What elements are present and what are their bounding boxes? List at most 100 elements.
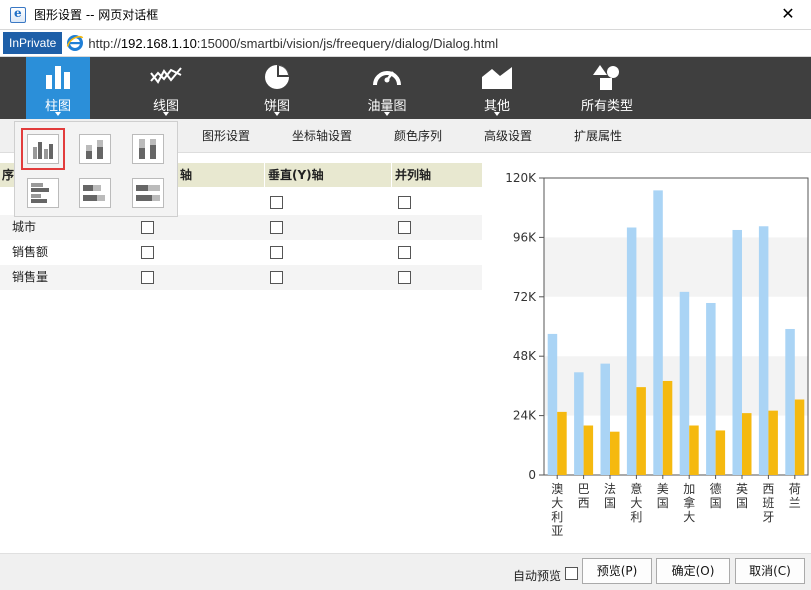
ok-button[interactable]: 确定(O) (656, 558, 730, 584)
tab-color-series[interactable]: 颜色序列 (394, 119, 442, 153)
row-label: 销售量 (12, 270, 49, 284)
bar (610, 431, 620, 475)
y-tick-label: 96K (513, 230, 537, 244)
area-chart-icon (482, 67, 512, 89)
y-axis-checkbox[interactable] (270, 271, 283, 284)
bar (785, 328, 795, 475)
address-bar: InPrivate http://192.168.1.10:15000/smar… (0, 29, 811, 57)
bar (557, 411, 567, 475)
y-tick-label: 0 (528, 468, 536, 482)
bar (715, 430, 726, 475)
type-gauge[interactable]: 油量图 (355, 57, 419, 119)
bar (583, 425, 594, 475)
header-series: 序 (2, 168, 15, 182)
parallel-axis-checkbox[interactable] (398, 271, 411, 284)
chart-preview: 0 24K 48K 72K 96K 120K 澳大利亚 巴西 法国 意大利 美国 加拿大 德国 英国 西班牙… (494, 163, 811, 553)
subtype-percent-bar[interactable] (132, 178, 164, 208)
line-chart-icon (150, 67, 182, 84)
bar (689, 425, 699, 475)
type-all[interactable]: 所有类型 (575, 57, 639, 119)
axis-checkbox[interactable] (141, 271, 154, 284)
gauge-icon (373, 71, 401, 86)
percent-bar-icon (136, 185, 160, 201)
x-tick-label: 巴西 (578, 482, 590, 510)
cancel-button[interactable]: 取消(C) (735, 558, 805, 584)
subtype-stacked-column[interactable] (79, 134, 111, 164)
table-row: 销售量 (0, 265, 482, 290)
dropdown-arrow-icon (274, 112, 280, 116)
type-label: 所有类型 (580, 99, 633, 114)
table-row: 城市 (0, 215, 482, 240)
type-line[interactable]: 线图 (134, 57, 198, 119)
stacked-column-icon (86, 140, 103, 159)
subtype-clustered-column[interactable] (21, 128, 65, 170)
subtype-stacked-bar[interactable] (79, 178, 111, 208)
window-titlebar: 图形设置 -- 网页对话框 ✕ (0, 0, 811, 29)
row-label: 城市 (12, 220, 37, 234)
subtype-clustered-bar[interactable] (27, 178, 59, 208)
bar (706, 302, 716, 475)
ie-page-icon (10, 6, 26, 23)
auto-preview-checkbox[interactable] (565, 567, 578, 580)
dropdown-arrow-icon (55, 112, 61, 116)
grid-band (544, 237, 808, 297)
y-axis-checkbox[interactable] (270, 246, 283, 259)
axis-checkbox[interactable] (141, 246, 154, 259)
bar (732, 229, 742, 475)
parallel-axis-checkbox[interactable] (398, 221, 411, 234)
subtype-percent-column[interactable] (132, 134, 164, 164)
inprivate-badge: InPrivate (3, 32, 63, 54)
header-parallel-axis: 并列轴 (395, 168, 432, 182)
dropdown-arrow-icon (494, 112, 500, 116)
auto-preview-label: 自动预览 (513, 569, 562, 583)
bar (547, 333, 558, 475)
ie-icon (66, 34, 84, 52)
bar (758, 226, 769, 475)
bar-chart-icon (46, 66, 70, 89)
stacked-bar-icon (83, 185, 105, 201)
y-tick-label: 48K (513, 349, 537, 363)
x-tick-label: 荷兰 (789, 482, 801, 510)
type-other[interactable]: 其他 (465, 57, 529, 119)
dialog-footer: 自动预览 预览(P) 确定(O) 取消(C) (0, 553, 811, 590)
bar (600, 363, 610, 475)
y-tick-label: 72K (513, 290, 537, 304)
x-tick-label: 西班牙 (762, 482, 774, 524)
header-y-axis: 垂直(Y)轴 (268, 168, 324, 182)
x-tick-label: 法国 (604, 482, 616, 510)
y-tick-label: 24K (513, 409, 537, 423)
pie-chart-icon (265, 65, 289, 89)
x-tick-label: 澳大利亚 (551, 482, 563, 538)
bar-subtype-dropdown (14, 121, 178, 217)
table-row: 销售额 (0, 240, 482, 265)
column-divider (264, 163, 265, 187)
bar (574, 372, 584, 475)
tab-graph-settings[interactable]: 图形设置 (202, 119, 250, 153)
bar (636, 387, 646, 475)
column-divider (391, 163, 392, 187)
parallel-axis-checkbox[interactable] (398, 246, 411, 259)
bar (768, 410, 778, 475)
bar (626, 227, 637, 475)
axis-checkbox[interactable] (141, 221, 154, 234)
tab-extended-properties[interactable]: 扩展属性 (574, 119, 622, 153)
bar (653, 190, 663, 475)
type-bar[interactable]: 柱图 (26, 57, 90, 119)
x-tick-label: 英国 (736, 482, 748, 510)
type-pie[interactable]: 饼图 (245, 57, 309, 119)
y-tick-label: 120K (505, 171, 537, 185)
close-button[interactable]: ✕ (779, 5, 797, 23)
x-tick-label: 德国 (710, 481, 722, 510)
tab-advanced-settings[interactable]: 高级设置 (484, 119, 532, 153)
tab-axis-settings[interactable]: 坐标轴设置 (292, 119, 352, 153)
parallel-axis-checkbox[interactable] (398, 196, 411, 209)
y-axis-checkbox[interactable] (270, 196, 283, 209)
bar (679, 291, 690, 475)
row-label: 销售额 (12, 245, 49, 259)
dropdown-arrow-icon (163, 112, 169, 116)
bar (662, 380, 673, 475)
y-axis-checkbox[interactable] (270, 221, 283, 234)
url-text[interactable]: http://192.168.1.10:15000/smartbi/vision… (88, 36, 498, 51)
percent-column-icon (139, 139, 156, 159)
preview-button[interactable]: 预览(P) (582, 558, 652, 584)
